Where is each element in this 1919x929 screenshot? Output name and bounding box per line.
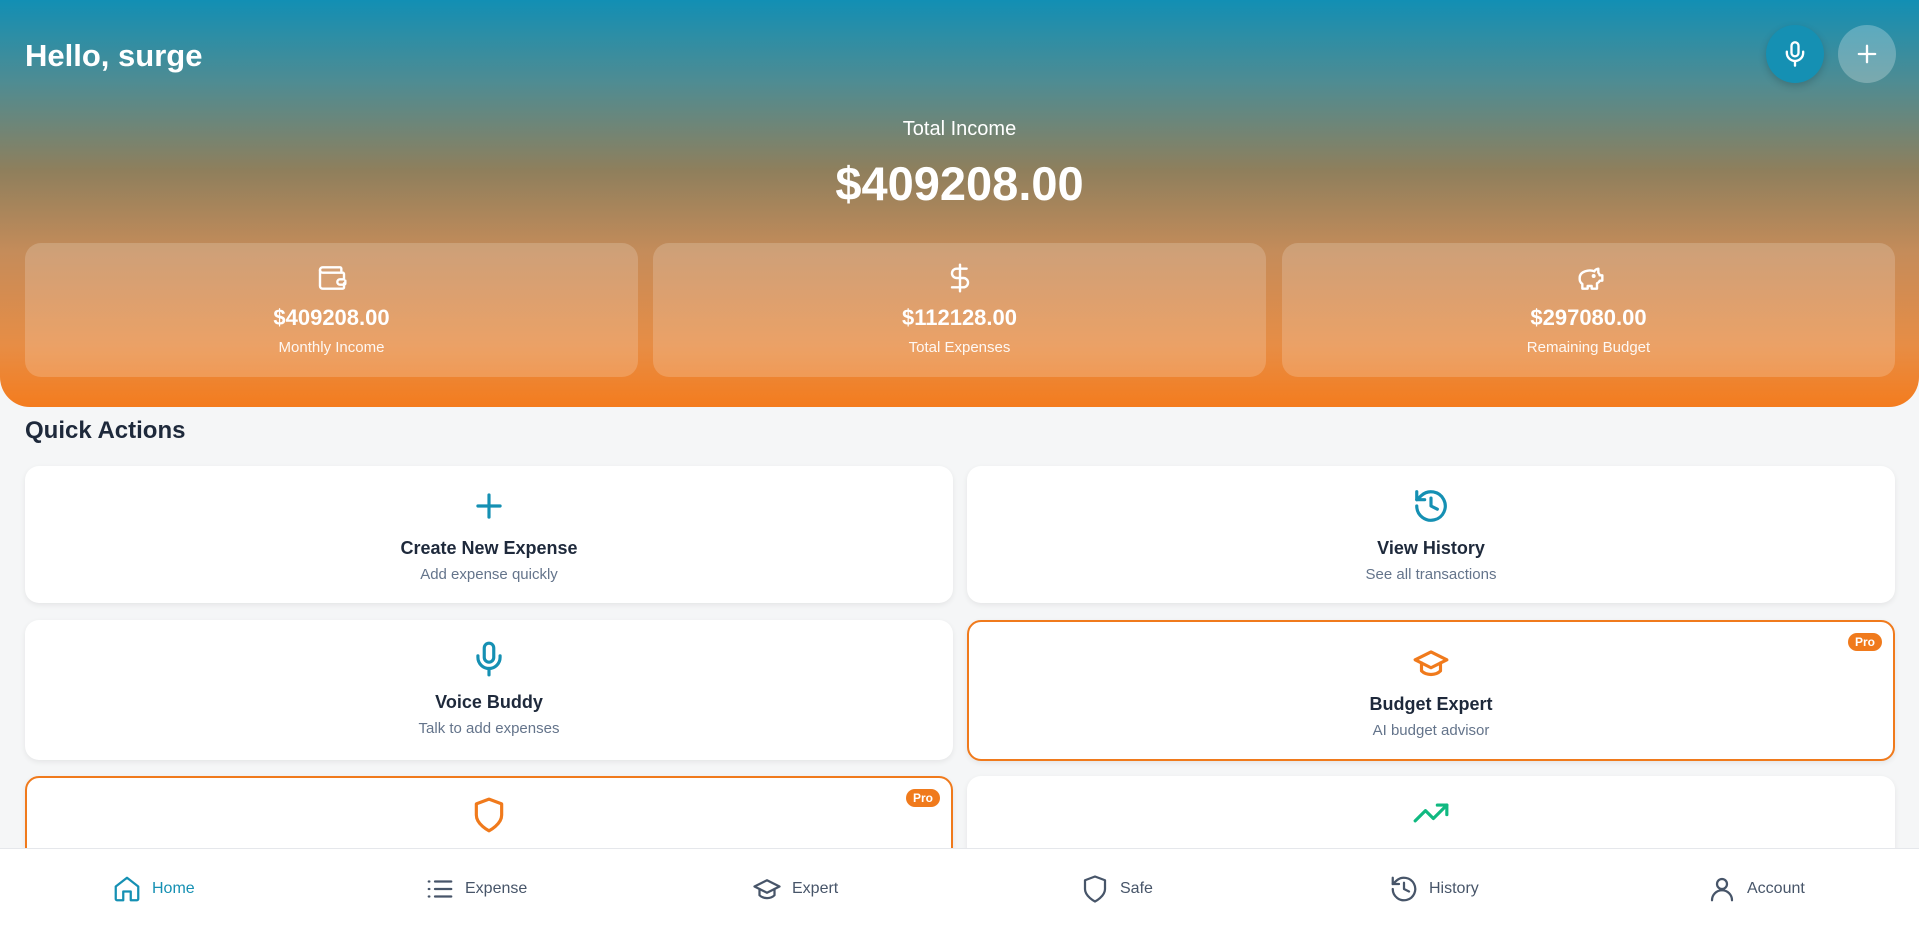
- total-income-value: $409208.00: [835, 157, 1084, 210]
- dollar-icon: [950, 263, 969, 293]
- plus-icon: [1857, 44, 1877, 64]
- nav-item-expert[interactable]: Expert: [752, 871, 838, 907]
- stat-label: Monthly Income: [278, 339, 385, 356]
- action-title: Voice Buddy: [435, 692, 543, 712]
- stat-value: $297080.00: [1530, 305, 1647, 330]
- microphone-icon: [476, 641, 502, 677]
- nav-label: Account: [1747, 880, 1805, 897]
- shield-icon: [1083, 875, 1107, 903]
- quick-actions-title: Quick Actions: [25, 417, 186, 444]
- graduation-cap-icon: [1413, 650, 1449, 677]
- nav-label: Safe: [1120, 880, 1153, 897]
- view-history-card[interactable]: View History See all transactions: [967, 466, 1895, 603]
- trending-up-icon: [1413, 803, 1449, 823]
- header-hero: Hello, surge Total Income $409208.00 $40…: [0, 0, 1919, 407]
- nav-item-history[interactable]: History: [1389, 871, 1479, 907]
- user-icon: [1710, 877, 1734, 902]
- budget-expert-card[interactable]: Pro Budget Expert AI budget advisor: [967, 620, 1895, 761]
- history-icon: [1391, 876, 1417, 902]
- shield-icon: [474, 797, 504, 833]
- piggy-bank-icon: [1577, 267, 1604, 290]
- action-subtitle: See all transactions: [1365, 566, 1497, 583]
- stat-label: Remaining Budget: [1526, 339, 1651, 356]
- stat-value: $409208.00: [273, 305, 390, 330]
- action-title: Create New Expense: [400, 538, 578, 558]
- action-title: Budget Expert: [1369, 694, 1493, 714]
- stat-label: Total Expenses: [908, 339, 1011, 356]
- stat-card-total-expenses: $112128.00 Total Expenses: [653, 243, 1266, 377]
- nav-label: Home: [152, 880, 195, 897]
- total-income-label: Total Income: [902, 118, 1017, 140]
- nav-item-account[interactable]: Account: [1707, 871, 1805, 907]
- action-subtitle: AI budget advisor: [1372, 722, 1490, 739]
- stat-card-monthly-income: $409208.00 Monthly Income: [25, 243, 638, 377]
- create-expense-card[interactable]: Create New Expense Add expense quickly: [25, 466, 953, 603]
- home-icon: [114, 876, 140, 902]
- action-subtitle: Add expense quickly: [420, 566, 558, 583]
- history-icon: [1415, 490, 1447, 522]
- nav-label: History: [1429, 880, 1479, 897]
- wallet-icon: [318, 266, 347, 290]
- voice-buddy-card[interactable]: Voice Buddy Talk to add expenses: [25, 620, 953, 760]
- plus-icon: [476, 493, 502, 519]
- nav-label: Expert: [792, 880, 839, 897]
- stat-card-remaining-budget: $297080.00 Remaining Budget: [1282, 243, 1895, 377]
- action-title: View History: [1377, 538, 1485, 558]
- nav-item-expense[interactable]: Expense: [425, 871, 527, 907]
- nav-label: Expense: [465, 880, 528, 897]
- pro-badge: Pro: [905, 789, 940, 807]
- greeting-text: Hello, surge: [25, 38, 203, 73]
- voice-input-button[interactable]: [1766, 25, 1824, 83]
- action-subtitle: Talk to add expenses: [418, 720, 560, 737]
- pro-badge: Pro: [1847, 633, 1882, 651]
- stat-value: $112128.00: [901, 305, 1018, 330]
- nav-item-safe[interactable]: Safe: [1080, 871, 1153, 907]
- add-button[interactable]: [1838, 25, 1896, 83]
- graduation-cap-icon: [753, 879, 781, 900]
- microphone-icon: [1785, 41, 1805, 67]
- nav-item-home[interactable]: Home: [112, 871, 195, 907]
- bottom-nav: Home Expense Expert Safe History Account: [0, 848, 1919, 929]
- list-icon: [427, 880, 453, 898]
